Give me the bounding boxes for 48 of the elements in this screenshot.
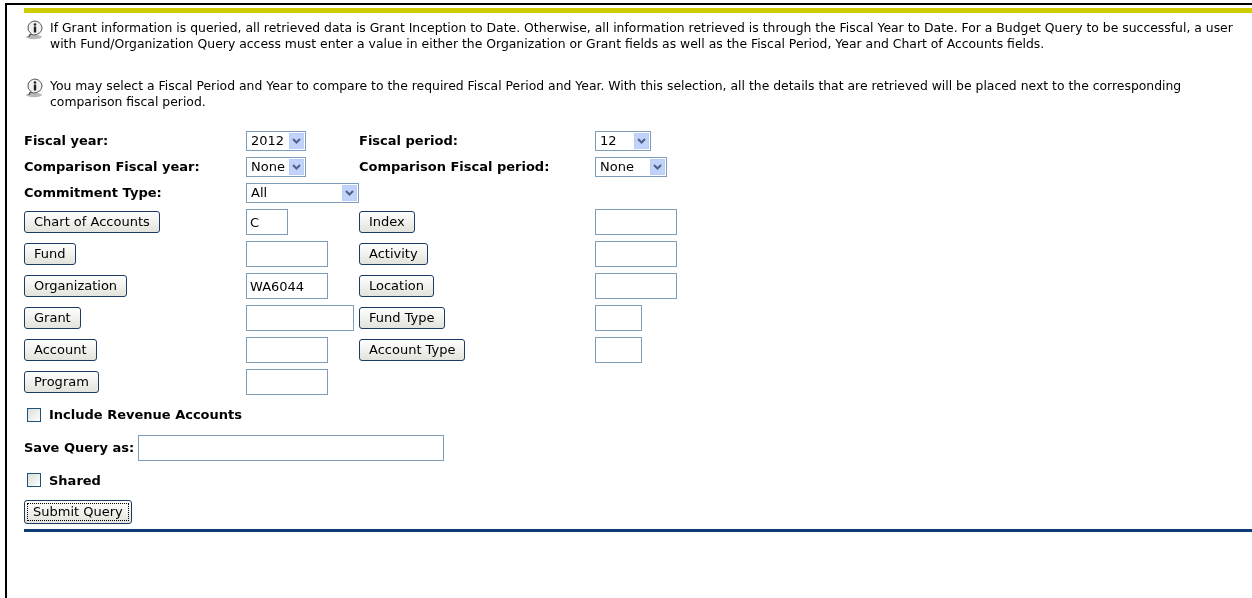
chevron-down-icon	[634, 133, 649, 149]
field-label: Save Query as:	[24, 438, 135, 457]
dropdown[interactable]: 12	[595, 131, 651, 151]
field-label: Commitment Type:	[24, 184, 162, 203]
chevron-down-icon	[342, 185, 357, 201]
input-field[interactable]: WA6044	[246, 273, 328, 299]
dropdown[interactable]: None	[595, 157, 667, 177]
input-field[interactable]	[595, 209, 677, 235]
input-field[interactable]	[595, 273, 677, 299]
input-field[interactable]	[246, 305, 354, 331]
field-label: Fiscal period:	[359, 132, 458, 151]
chevron-down-icon	[650, 159, 665, 175]
input-field[interactable]	[595, 305, 642, 331]
info-note: If Grant information is queried, all retrieved data is Grant Inception to Date. Otherwise, all information retrieved is through the Fiscal Year to Date. For a Budget Query to be successful, a user with Fund/Organization Query access must enter a value in either the Organization or Grant fields as well as the Fiscal Period, Year and Chart of Accounts fields.	[50, 20, 1234, 52]
submit-button[interactable]: Submit Query	[24, 500, 132, 524]
lookup-button[interactable]: Program	[24, 371, 99, 393]
input-field[interactable]: C	[246, 209, 288, 235]
lookup-button[interactable]: Fund	[24, 243, 76, 265]
field-label: Comparison Fiscal period:	[359, 158, 550, 177]
field-label: Fiscal year:	[24, 132, 109, 151]
lookup-button[interactable]: Grant	[24, 307, 81, 329]
checkbox-label: Shared	[49, 471, 101, 490]
checkbox[interactable]	[27, 473, 41, 488]
lookup-button[interactable]: Account	[24, 339, 97, 361]
checkbox-label: Include Revenue Accounts	[49, 406, 242, 424]
lookup-button[interactable]: Location	[359, 275, 434, 297]
lookup-button[interactable]: Fund Type	[359, 307, 445, 329]
lookup-button[interactable]: Organization	[24, 275, 128, 297]
input-field[interactable]	[246, 337, 328, 363]
lookup-button[interactable]: Activity	[359, 243, 428, 265]
info-icon	[24, 78, 46, 98]
checkbox[interactable]	[27, 407, 41, 422]
info-note: You may select a Fiscal Period and Year to compare to the required Fiscal Period and Year. With this selection, all the details that are retrieved will be placed next to the corresponding comparison fiscal period.	[50, 78, 1183, 110]
lookup-button[interactable]: Account Type	[359, 339, 466, 361]
info-icon	[24, 20, 46, 40]
input-field[interactable]	[246, 241, 328, 267]
chevron-down-icon	[289, 159, 304, 175]
dropdown[interactable]: All	[246, 183, 359, 203]
field-label: Comparison Fiscal year:	[24, 158, 200, 177]
chevron-down-icon	[289, 133, 304, 149]
dropdown[interactable]: None	[246, 157, 306, 177]
input-field[interactable]	[138, 434, 445, 461]
input-field[interactable]	[595, 337, 642, 363]
input-field[interactable]	[246, 369, 328, 395]
dropdown[interactable]: 2012	[246, 131, 306, 151]
input-field[interactable]	[595, 241, 677, 267]
lookup-button[interactable]: Chart of Accounts	[24, 211, 160, 233]
lookup-button[interactable]: Index	[359, 211, 415, 233]
